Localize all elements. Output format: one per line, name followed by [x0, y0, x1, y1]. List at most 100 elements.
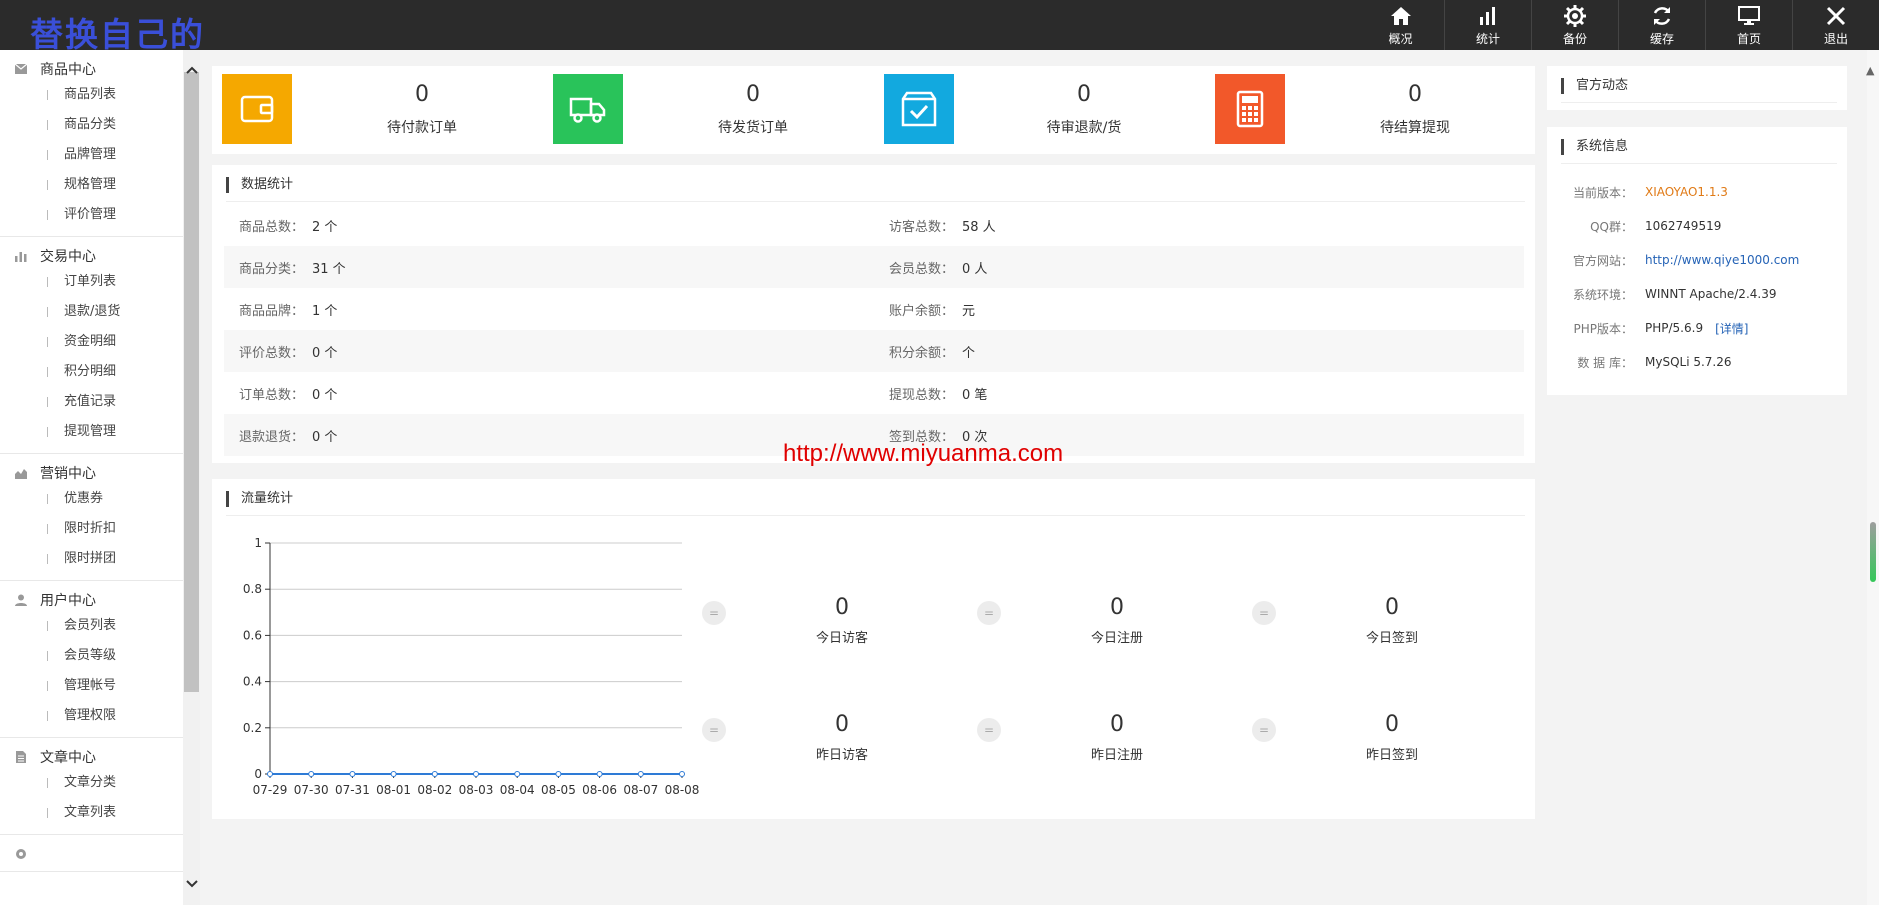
sidebar-group-head[interactable]: 交易中心: [0, 245, 183, 267]
sidebar-group-head[interactable]: 营销中心: [0, 462, 183, 484]
sidebar-item[interactable]: 充值记录: [0, 387, 183, 417]
traffic-metric: = 0 今日签到: [1252, 591, 1512, 651]
sidebar-item[interactable]: 会员等级: [0, 641, 183, 671]
topnav-logout[interactable]: 退出: [1792, 0, 1879, 50]
data-point: [596, 771, 603, 777]
news-panel: 官方动态: [1547, 66, 1847, 110]
top-nav: 概况 统计 备份 缓存 首页 退出: [1357, 0, 1879, 50]
stat-key: 商品品牌：: [239, 303, 305, 319]
info-key: PHP版本：: [1573, 321, 1634, 336]
sidebar-group-head[interactable]: 用户中心: [0, 589, 183, 611]
stat-key: 访客总数：: [889, 219, 955, 235]
scroll-up-icon[interactable]: [183, 60, 200, 80]
x-tick-label: 08-01: [376, 783, 411, 797]
sidebar-item[interactable]: 文章分类: [0, 768, 183, 798]
sidebar-item[interactable]: 积分明细: [0, 357, 183, 387]
data-stats-row: 商品品牌： 1 个 账户余额： 元: [224, 288, 1524, 330]
stat-key: 退款退货：: [239, 429, 305, 445]
sidebar-item[interactable]: 限时拼团: [0, 544, 183, 574]
top-bar: 替换自己的 概况 统计 备份 缓存 首页 退出: [0, 0, 1879, 54]
stat-pending-refund[interactable]: 0 待审退款/货: [874, 74, 1204, 144]
checkbox-icon: [884, 74, 954, 144]
data-stats-row: 商品分类： 31 个 会员总数： 0 人: [224, 246, 1524, 288]
topnav-overview[interactable]: 概况: [1357, 0, 1444, 50]
metric-value: 0: [835, 712, 849, 737]
sidebar-group-head[interactable]: 文章中心: [0, 746, 183, 768]
sidebar-item[interactable]: 会员列表: [0, 611, 183, 641]
section-title: 流量统计: [226, 491, 293, 507]
equals-icon: =: [702, 601, 726, 625]
sidebar-item[interactable]: 资金明细: [0, 327, 183, 357]
sidebar-item[interactable]: 退款/退货: [0, 297, 183, 327]
stat-value: 0 笔: [962, 387, 988, 403]
stat-pending-payment[interactable]: 0 待付款订单: [212, 74, 542, 144]
sidebar-group-head[interactable]: [0, 843, 183, 865]
sidebar-item[interactable]: 商品分类: [0, 110, 183, 140]
y-tick-label: 0.4: [243, 675, 262, 689]
info-value: XIAOYAO1.1.3: [1645, 185, 1728, 199]
sidebar-group-user: 用户中心 会员列表 会员等级 管理帐号 管理权限: [0, 581, 183, 738]
info-value[interactable]: http://www.qiye1000.com: [1645, 253, 1799, 267]
data-stats-cell: 退款退货： 0 个: [224, 426, 874, 445]
scroll-down-icon[interactable]: [183, 874, 200, 894]
settings-icon: [16, 849, 26, 859]
sidebar-item[interactable]: 管理帐号: [0, 671, 183, 701]
x-tick-label: 07-29: [253, 783, 288, 797]
system-info-panel: 系统信息 当前版本： XIAOYAO1.1.3 QQ群： 1062749519 官方网站…: [1547, 127, 1847, 395]
sidebar-group-head[interactable]: 商品中心: [0, 58, 183, 80]
monitor-icon: [1738, 5, 1760, 25]
sidebar-item[interactable]: 商品列表: [0, 80, 183, 110]
data-stats-row: 评价总数： 0 个 积分余额： 个: [224, 330, 1524, 372]
page-scrollbar[interactable]: [1867, 50, 1879, 905]
data-point: [514, 771, 521, 777]
stat-key: 积分余额：: [889, 345, 955, 361]
stat-value: 0 个: [312, 345, 338, 361]
topnav-cache[interactable]: 缓存: [1618, 0, 1705, 50]
metric-label: 今日注册: [1090, 631, 1143, 646]
stat-key: 账户余额：: [889, 303, 955, 319]
topnav-statistics[interactable]: 统计: [1444, 0, 1531, 50]
info-key: 官方网站：: [1572, 253, 1633, 268]
system-info-row: 当前版本： XIAOYAO1.1.3: [1563, 175, 1843, 209]
divider: [226, 201, 1525, 202]
y-tick-label: 0: [254, 767, 262, 781]
sidebar-item[interactable]: 优惠券: [0, 484, 183, 514]
metric-label: 昨日签到: [1365, 748, 1418, 763]
stat-pending-shipment[interactable]: 0 待发货订单: [543, 74, 873, 144]
topnav-backup[interactable]: 备份: [1531, 0, 1618, 50]
traffic-metric: = 0 今日注册: [977, 591, 1237, 651]
area-chart-icon: [15, 469, 27, 479]
details-link[interactable]: [详情]: [1715, 320, 1748, 337]
divider: [1561, 102, 1837, 103]
sidebar-item[interactable]: 品牌管理: [0, 140, 183, 170]
sidebar-item[interactable]: 限时折扣: [0, 514, 183, 544]
page-scroll-up-icon[interactable]: ▲: [1866, 64, 1874, 77]
bar-chart-icon: [1480, 6, 1495, 25]
sidebar-item[interactable]: 评价管理: [0, 200, 183, 230]
data-stats-cell: 账户余额： 元: [874, 300, 1524, 319]
sidebar-group-more: [0, 835, 183, 872]
sidebar-item[interactable]: 订单列表: [0, 267, 183, 297]
sidebar-item[interactable]: 管理权限: [0, 701, 183, 731]
data-stats-cell: 商品总数： 2 个: [224, 216, 874, 235]
data-stats-cell: 商品品牌： 1 个: [224, 300, 874, 319]
sidebar-item[interactable]: 文章列表: [0, 798, 183, 828]
info-key: 数 据 库：: [1577, 355, 1633, 370]
sidebar-item[interactable]: 规格管理: [0, 170, 183, 200]
data-point: [431, 771, 438, 777]
sidebar-scroll-thumb[interactable]: [184, 72, 199, 692]
x-tick-label: 07-30: [294, 783, 329, 797]
sidebar-group-article: 文章中心 文章分类 文章列表: [0, 738, 183, 835]
x-tick-label: 08-07: [623, 783, 658, 797]
traffic-metric: = 0 昨日注册: [977, 708, 1237, 768]
stat-pending-withdrawal[interactable]: 0 待结算提现: [1205, 74, 1535, 144]
data-point: [349, 771, 356, 777]
equals-icon: =: [702, 718, 726, 742]
data-point: [473, 771, 479, 777]
stat-key: 会员总数：: [889, 261, 955, 277]
x-tick-label: 08-06: [582, 783, 617, 797]
sidebar-item[interactable]: 提现管理: [0, 417, 183, 447]
data-stats-cell: 评价总数： 0 个: [224, 342, 874, 361]
topnav-home[interactable]: 首页: [1705, 0, 1792, 50]
x-tick-label: 07-31: [335, 783, 370, 797]
